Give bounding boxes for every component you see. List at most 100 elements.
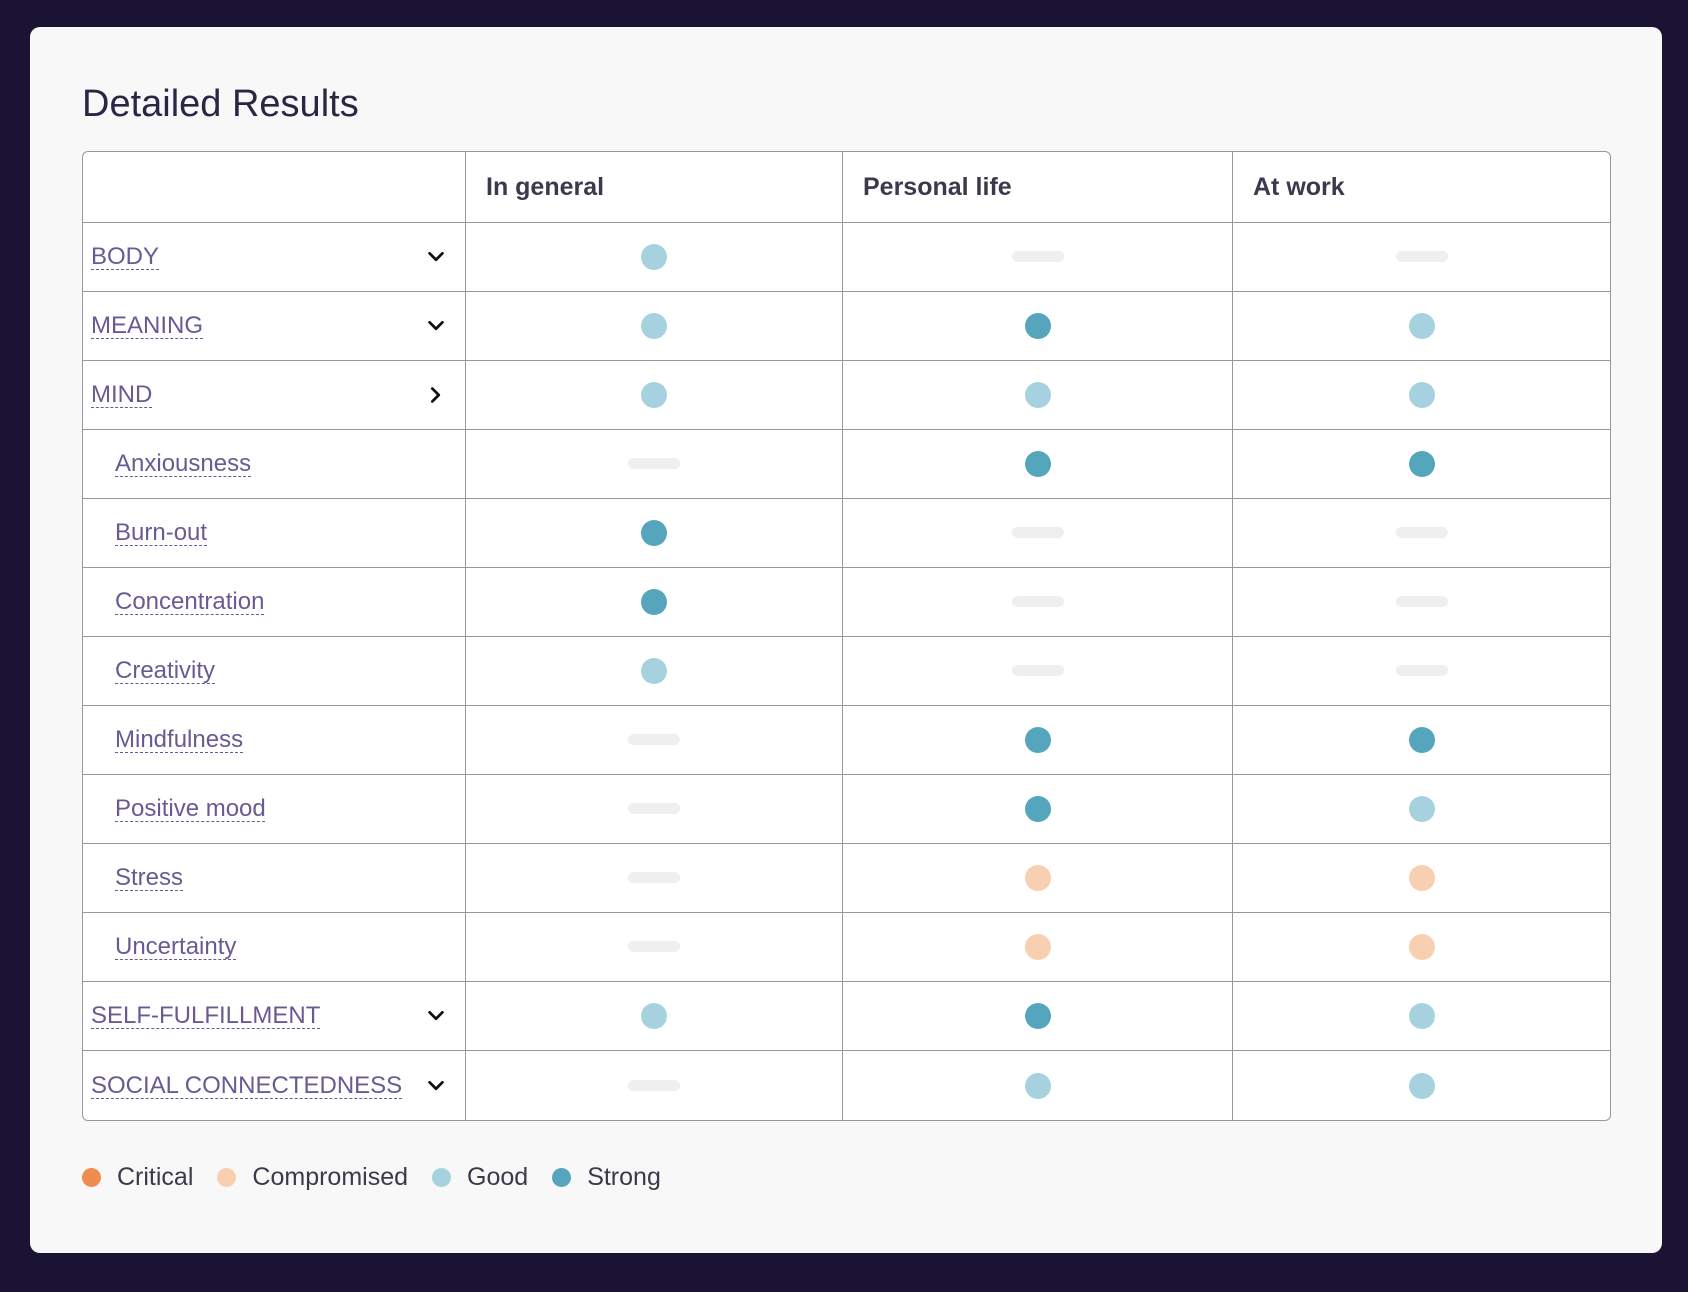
cell-in-general <box>466 292 843 361</box>
row-label-cell: SOCIAL CONNECTEDNESS <box>83 1051 466 1120</box>
page-title: Detailed Results <box>82 83 359 125</box>
no-data-placeholder <box>1011 251 1064 263</box>
no-data-placeholder <box>1395 596 1448 608</box>
legend-label: Good <box>467 1163 529 1191</box>
cell-in-general <box>466 223 843 292</box>
chevron-down-icon[interactable] <box>425 246 447 268</box>
cell-in-general <box>466 913 843 982</box>
row-label-cell: Creativity <box>83 637 466 706</box>
legend-item-good: Good <box>432 1163 528 1192</box>
cell-personal-life <box>843 361 1233 430</box>
cell-personal-life <box>843 1051 1233 1120</box>
no-data-placeholder <box>1395 665 1448 677</box>
status-dot-good <box>641 1003 667 1029</box>
status-dot-compromised <box>1408 934 1435 960</box>
row-label-link[interactable]: BODY <box>91 243 159 270</box>
status-dot-compromised <box>1024 865 1051 891</box>
cell-in-general <box>466 499 843 568</box>
no-data-placeholder <box>628 803 680 815</box>
cell-personal-life <box>843 913 1233 982</box>
status-dot-good <box>641 382 667 408</box>
row-label-link[interactable]: SELF-FULFILLMENT <box>91 1002 320 1029</box>
status-dot-good <box>1024 382 1051 408</box>
cell-in-general <box>466 706 843 775</box>
column-header-personal-life: Personal life <box>843 152 1233 223</box>
cell-in-general <box>466 637 843 706</box>
no-data-placeholder <box>1011 665 1064 677</box>
column-header-in-general: In general <box>466 152 843 223</box>
row-label-link[interactable]: MIND <box>91 381 152 408</box>
subcategory-row: Uncertainty <box>83 913 1610 982</box>
status-dot-compromised <box>1024 934 1051 960</box>
row-label-cell: MIND <box>83 361 466 430</box>
chevron-down-icon[interactable] <box>425 1075 447 1097</box>
status-dot-good <box>1408 313 1435 339</box>
chevron-down-icon[interactable] <box>425 315 447 337</box>
status-dot-strong <box>1024 313 1051 339</box>
no-data-placeholder <box>1395 251 1448 263</box>
cell-personal-life <box>843 568 1233 637</box>
table-header-row: In general Personal life At work <box>83 152 1610 223</box>
row-label-link[interactable]: Stress <box>115 864 183 891</box>
cell-personal-life <box>843 775 1233 844</box>
row-label-link[interactable]: Anxiousness <box>115 450 251 477</box>
cell-personal-life <box>843 637 1233 706</box>
status-dot-strong <box>641 589 667 615</box>
status-dot-good <box>1024 1072 1051 1099</box>
status-dot-good <box>641 658 667 684</box>
status-dot-good <box>1408 1003 1435 1029</box>
row-label-link[interactable]: Burn-out <box>115 519 207 546</box>
no-data-placeholder <box>628 458 680 470</box>
row-label-link[interactable]: Creativity <box>115 657 215 684</box>
results-table: In general Personal life At work BODY MEA… <box>82 151 1611 1121</box>
category-row: MEANING <box>83 292 1610 361</box>
cell-at-work <box>1233 706 1610 775</box>
chevron-right-icon[interactable] <box>425 384 447 406</box>
subcategory-row: Creativity <box>83 637 1610 706</box>
row-label-link[interactable]: Uncertainty <box>115 933 236 960</box>
cell-at-work <box>1233 637 1610 706</box>
cell-in-general <box>466 361 843 430</box>
cell-at-work <box>1233 775 1610 844</box>
no-data-placeholder <box>628 872 680 884</box>
no-data-placeholder <box>628 1079 680 1091</box>
status-dot-good <box>1408 796 1435 822</box>
cell-at-work <box>1233 223 1610 292</box>
subcategory-row: Mindfulness <box>83 706 1610 775</box>
cell-personal-life <box>843 223 1233 292</box>
cell-at-work <box>1233 982 1610 1051</box>
cell-personal-life <box>843 982 1233 1051</box>
legend-item-compromised: Compromised <box>217 1163 408 1192</box>
cell-personal-life <box>843 292 1233 361</box>
cell-at-work <box>1233 568 1610 637</box>
legend-dot-good <box>432 1168 452 1187</box>
row-label-link[interactable]: Concentration <box>115 588 264 615</box>
legend-dot-compromised <box>217 1168 237 1187</box>
cell-at-work <box>1233 430 1610 499</box>
detailed-results-card: Detailed Results In general Personal lif… <box>30 27 1662 1253</box>
row-label-link[interactable]: Mindfulness <box>115 726 243 753</box>
cell-in-general <box>466 982 843 1051</box>
row-label-link[interactable]: Positive mood <box>115 795 266 822</box>
row-label-cell: Uncertainty <box>83 913 466 982</box>
status-dot-strong <box>1024 796 1051 822</box>
row-label-link[interactable]: MEANING <box>91 312 203 339</box>
category-row: SELF-FULFILLMENT <box>83 982 1610 1051</box>
chevron-down-icon[interactable] <box>425 1005 447 1027</box>
category-row: SOCIAL CONNECTEDNESS <box>83 1051 1610 1120</box>
row-label-cell: Burn-out <box>83 499 466 568</box>
legend-dot-strong <box>552 1168 572 1187</box>
no-data-placeholder <box>1011 596 1064 608</box>
row-label-cell: Mindfulness <box>83 706 466 775</box>
legend-dot-critical <box>82 1168 101 1187</box>
cell-in-general <box>466 568 843 637</box>
status-legend: Critical Compromised Good Strong <box>82 1163 685 1192</box>
cell-at-work <box>1233 1051 1610 1120</box>
status-dot-good <box>1408 382 1435 408</box>
subcategory-row: Positive mood <box>83 775 1610 844</box>
cell-in-general <box>466 430 843 499</box>
cell-personal-life <box>843 430 1233 499</box>
status-dot-good <box>1408 1072 1435 1099</box>
row-label-link[interactable]: SOCIAL CONNECTEDNESS <box>91 1072 402 1099</box>
row-label-cell: MEANING <box>83 292 466 361</box>
